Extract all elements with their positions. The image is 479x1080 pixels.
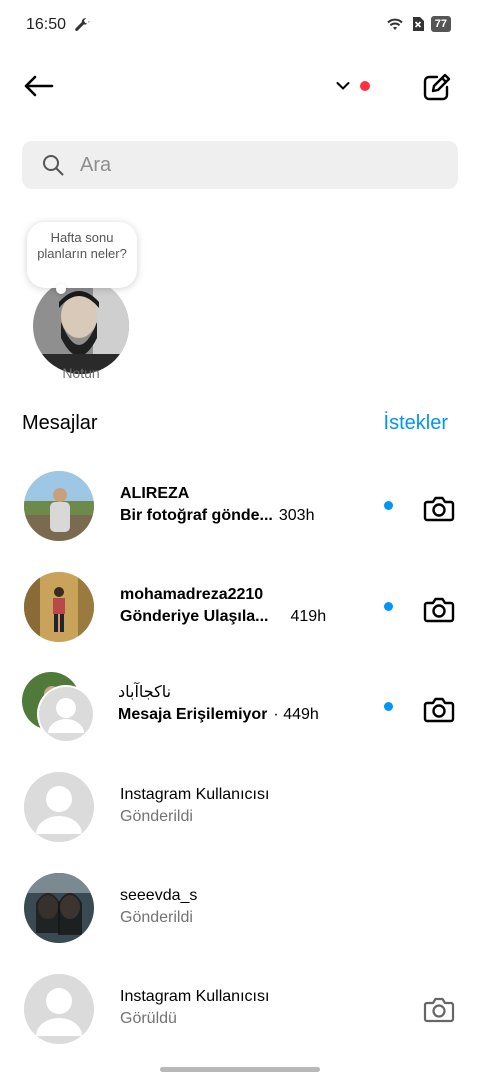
thread-name: seeevda_s: [120, 887, 198, 904]
thread-time: 303h: [278, 507, 315, 524]
thread-preview: Gönderiye Ulaşıla...: [120, 608, 269, 625]
thread-preview-row: Mesaja Erişilemiyor · 449h: [118, 704, 368, 726]
avatar[interactable]: [24, 772, 94, 842]
thread-text: mohamadreza2210 Gönderiye Ulaşıla... 419h: [120, 584, 370, 628]
thread-time: 419h: [290, 608, 327, 625]
thread-row[interactable]: ناکجاآباد Mesaja Erişilemiyor · 449h: [0, 652, 479, 752]
camera-icon: [423, 997, 455, 1023]
camera-icon: [423, 597, 455, 623]
thread-text: ناکجاآباد Mesaja Erişilemiyor · 449h: [118, 682, 368, 726]
camera-button[interactable]: [420, 491, 458, 525]
messages-title: Mesajlar: [22, 412, 98, 434]
unread-dot: [384, 602, 393, 611]
camera-button[interactable]: [420, 592, 458, 626]
thread-preview: Görüldü: [120, 1010, 177, 1027]
search-icon: [43, 155, 64, 176]
thread-name: Instagram Kullanıcısı: [120, 786, 270, 803]
camera-button[interactable]: [420, 692, 458, 726]
profile-photo: [33, 278, 129, 374]
thread-preview: Mesaja Erişilemiyor: [118, 706, 268, 723]
thread-row[interactable]: Instagram Kullanıcısı Gönderildi: [0, 752, 479, 852]
messages-header: Mesajlar İstekler: [22, 410, 448, 438]
home-indicator[interactable]: [160, 1067, 320, 1072]
wifi-icon: [387, 18, 403, 30]
battery-indicator: 77: [430, 16, 451, 32]
note-bubble-tail: [56, 284, 66, 294]
camera-icon: [423, 697, 455, 723]
chevron-down-icon: [336, 82, 350, 90]
thread-preview-row: Bir fotoğraf gönde... 303h: [120, 505, 370, 527]
my-note[interactable]: Hafta sonu planların neler? Notun: [22, 218, 142, 388]
thread-preview-row: Görüldü: [120, 1008, 370, 1030]
wrench-icon: [75, 18, 90, 31]
back-button[interactable]: [20, 70, 56, 102]
thread-text: seeevda_s Gönderildi: [120, 885, 370, 929]
avatar[interactable]: [24, 873, 94, 943]
note-label: Notun: [62, 365, 100, 381]
thread-name: Instagram Kullanıcısı: [120, 988, 270, 1005]
thread-text: ALIREZA Bir fotoğraf gönde... 303h: [120, 483, 370, 527]
requests-link[interactable]: İstekler: [384, 412, 448, 435]
arrow-left-icon: [24, 75, 54, 97]
thread-row[interactable]: ALIREZA Bir fotoğraf gönde... 303h: [0, 451, 479, 551]
thread-preview-row: Gönderiye Ulaşıla... 419h: [120, 606, 370, 628]
unread-dot: [384, 702, 393, 711]
group-avatar-front[interactable]: [37, 685, 95, 743]
thread-row[interactable]: seeevda_s Gönderildi: [0, 853, 479, 953]
search-bar[interactable]: [22, 141, 458, 189]
thread-name: ناکجاآباد: [118, 684, 172, 701]
thread-row[interactable]: Instagram Kullanıcısı Görüldü: [0, 954, 479, 1054]
thread-row[interactable]: mohamadreza2210 Gönderiye Ulaşıla... 419h: [0, 552, 479, 652]
thread-preview: Gönderildi: [120, 909, 193, 926]
avatar[interactable]: [24, 471, 94, 541]
avatar[interactable]: [24, 974, 94, 1044]
compose-icon: [423, 73, 451, 101]
thread-text: Instagram Kullanıcısı Görüldü: [120, 986, 370, 1030]
top-bar: [0, 60, 479, 112]
new-message-button[interactable]: [418, 68, 456, 106]
status-bar: 16:50 77: [0, 0, 479, 50]
thread-time: · 449h: [273, 706, 319, 723]
notification-dot: [360, 81, 370, 91]
thread-preview-row: Gönderildi: [120, 907, 370, 929]
no-sim-icon: [412, 17, 424, 31]
camera-button[interactable]: [420, 992, 458, 1026]
thread-name: mohamadreza2210: [120, 586, 264, 603]
status-time: 16:50: [26, 16, 67, 33]
unread-dot: [384, 501, 393, 510]
camera-icon: [423, 496, 455, 522]
thread-text: Instagram Kullanıcısı Gönderildi: [120, 784, 370, 828]
status-icons: 77: [385, 16, 451, 32]
thread-preview: Gönderildi: [120, 808, 193, 825]
note-avatar[interactable]: [33, 278, 129, 374]
thread-preview-row: Gönderildi: [120, 806, 370, 828]
note-bubble[interactable]: Hafta sonu planların neler?: [27, 222, 137, 288]
search-input[interactable]: [80, 153, 400, 177]
account-switcher[interactable]: [336, 74, 380, 98]
thread-preview: Bir fotoğraf gönde...: [120, 507, 273, 524]
thread-name: ALIREZA: [120, 485, 190, 502]
avatar[interactable]: [24, 572, 94, 642]
